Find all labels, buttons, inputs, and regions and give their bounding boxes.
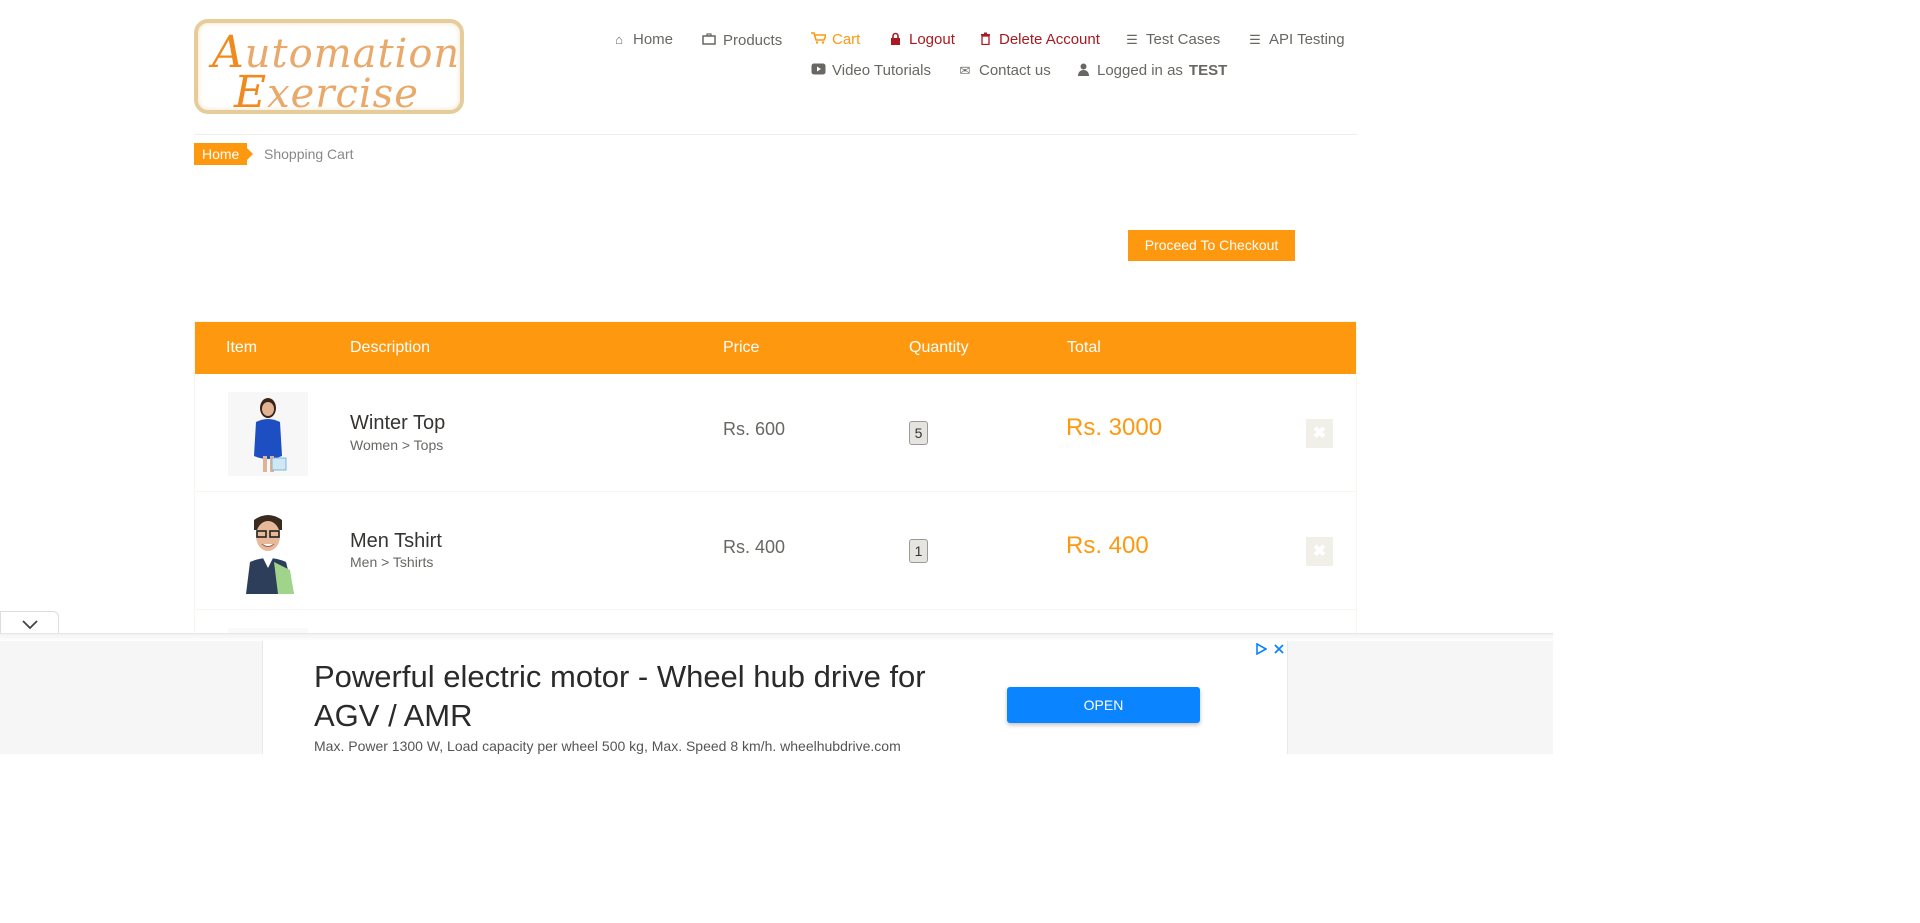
product-category: Men > Tshirts bbox=[350, 554, 434, 570]
trash-icon bbox=[977, 32, 993, 48]
ad-controls bbox=[1255, 643, 1285, 655]
nav-delete-account[interactable]: Delete Account bbox=[977, 31, 1100, 48]
nav-api-testing[interactable]: ☰ API Testing bbox=[1247, 31, 1344, 48]
nav-logged-in-as: Logged in as TEST bbox=[1075, 62, 1227, 79]
close-icon[interactable] bbox=[1273, 643, 1285, 655]
home-icon: ⌂ bbox=[615, 32, 623, 47]
nav-logout[interactable]: Logout bbox=[887, 31, 955, 48]
header-item: Item bbox=[226, 339, 258, 356]
nav-cart[interactable]: Cart bbox=[810, 31, 860, 48]
ad-divider bbox=[0, 633, 1553, 641]
table-row: Men Tshirt Men > Tshirts Rs. 400 1 Rs. 4… bbox=[195, 492, 1356, 610]
product-name[interactable]: Men Tshirt bbox=[350, 530, 442, 553]
ad-banner[interactable]: Powerful electric motor - Wheel hub driv… bbox=[262, 641, 1288, 754]
header-total: Total bbox=[1067, 339, 1101, 356]
user-icon bbox=[1075, 63, 1091, 79]
header-price: Price bbox=[723, 339, 760, 356]
cart-table-header: Item Description Price Quantity Total bbox=[195, 322, 1356, 374]
cart-table: Item Description Price Quantity Total Wi… bbox=[194, 321, 1357, 641]
lock-icon bbox=[887, 32, 903, 48]
ad-description[interactable]: Max. Power 1300 W, Load capacity per whe… bbox=[314, 738, 901, 754]
product-quantity: 1 bbox=[909, 539, 928, 563]
product-name[interactable]: Winter Top bbox=[350, 412, 445, 435]
product-total: Rs. 400 bbox=[1066, 532, 1149, 559]
product-total: Rs. 3000 bbox=[1066, 414, 1163, 441]
briefcase-icon bbox=[701, 33, 717, 48]
nav-video-tutorials[interactable]: Video Tutorials bbox=[810, 62, 931, 79]
header-divider bbox=[194, 134, 1357, 135]
chevron-down-icon bbox=[21, 620, 38, 630]
product-quantity: 5 bbox=[909, 421, 928, 445]
ad-choices-icon[interactable] bbox=[1255, 643, 1267, 655]
logo-line-2: Exercise bbox=[234, 67, 419, 118]
list-icon: ☰ bbox=[1126, 31, 1138, 47]
product-price: Rs. 600 bbox=[723, 419, 786, 439]
site-logo[interactable]: Automation Exercise bbox=[194, 19, 464, 118]
nav-contact-us[interactable]: ✉ Contact us bbox=[957, 62, 1051, 79]
product-image[interactable] bbox=[228, 510, 308, 594]
nav-test-cases[interactable]: ☰ Test Cases bbox=[1124, 31, 1220, 48]
username: TEST bbox=[1188, 62, 1228, 79]
product-category: Women > Tops bbox=[350, 437, 444, 453]
header-description: Description bbox=[350, 339, 431, 356]
table-row: Winter Top Women > Tops Rs. 600 5 Rs. 30… bbox=[195, 374, 1356, 492]
delete-item-button[interactable]: ✖ bbox=[1306, 419, 1333, 448]
proceed-to-checkout-button[interactable]: Proceed To Checkout bbox=[1128, 230, 1295, 261]
header-quantity: Quantity bbox=[909, 339, 969, 356]
product-image[interactable] bbox=[228, 392, 308, 476]
product-price: Rs. 400 bbox=[723, 537, 786, 557]
list-icon: ☰ bbox=[1249, 31, 1261, 47]
cart-icon bbox=[810, 32, 827, 47]
breadcrumb-home[interactable]: Home bbox=[194, 143, 254, 165]
delete-item-button[interactable]: ✖ bbox=[1306, 537, 1333, 566]
nav-products[interactable]: Products bbox=[701, 32, 782, 49]
ad-title[interactable]: Powerful electric motor - Wheel hub driv… bbox=[314, 657, 934, 735]
breadcrumb-current: Shopping Cart bbox=[264, 146, 354, 162]
nav-home[interactable]: ⌂ Home bbox=[611, 31, 673, 48]
youtube-play-icon bbox=[810, 63, 826, 78]
envelope-icon: ✉ bbox=[959, 62, 971, 78]
ad-open-button[interactable]: OPEN bbox=[1007, 687, 1200, 723]
